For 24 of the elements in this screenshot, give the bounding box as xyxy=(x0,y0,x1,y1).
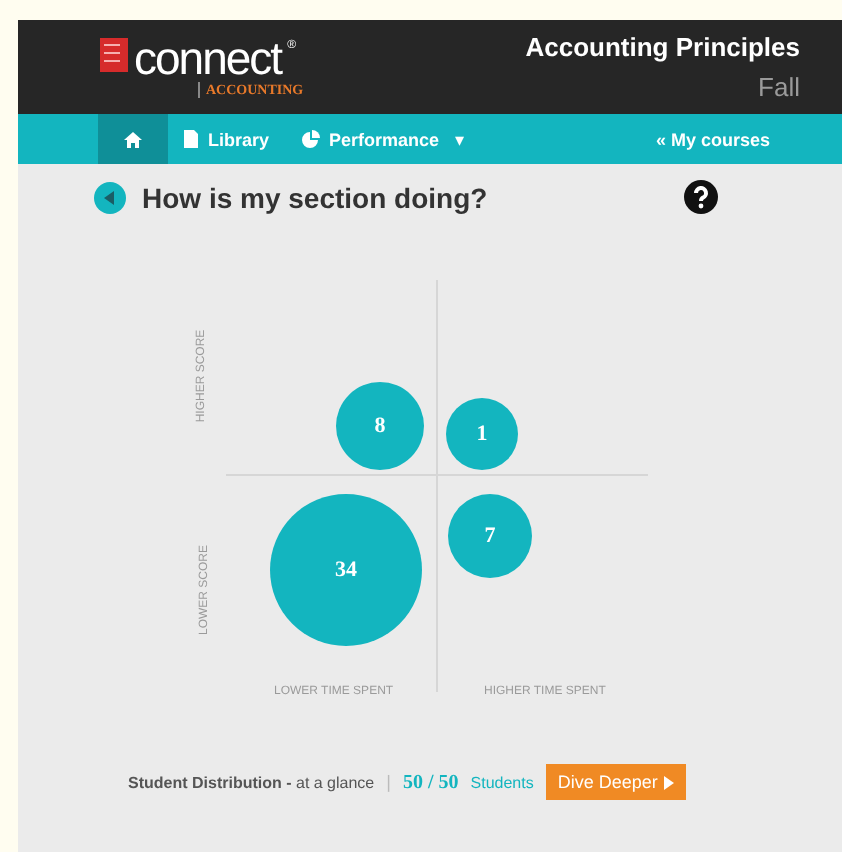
document-icon xyxy=(184,130,198,148)
home-icon xyxy=(124,131,142,147)
back-icon[interactable] xyxy=(94,181,126,213)
count-unit: Students xyxy=(470,773,534,791)
play-icon xyxy=(663,775,674,789)
student-count-bubble: 1 xyxy=(446,398,518,470)
student-count: 50 / 50 xyxy=(402,771,459,793)
course-term: Fall xyxy=(758,72,800,102)
pie-chart-icon xyxy=(301,130,320,148)
section-title: How is my section doing? xyxy=(142,181,490,213)
summary-text: Student Distribution - at a glance xyxy=(128,773,375,791)
dive-deeper-button[interactable]: Dive Deeper xyxy=(545,764,686,800)
course-title: Accounting Principles xyxy=(525,32,800,62)
student-count-bubble: 7 xyxy=(448,494,532,578)
brand-name: connect xyxy=(134,38,282,78)
student-count-bubble: 8 xyxy=(336,382,424,470)
my-courses-link[interactable]: « My courses xyxy=(655,129,770,149)
logo-icon xyxy=(100,38,128,72)
student-count-bubble: 34 xyxy=(270,494,422,646)
nav-tab[interactable]: Performance ▾ xyxy=(285,114,482,164)
home-tab[interactable] xyxy=(98,114,168,164)
separator: | xyxy=(386,772,391,792)
nav-tab[interactable]: Library xyxy=(168,114,286,164)
help-icon[interactable] xyxy=(684,180,718,214)
